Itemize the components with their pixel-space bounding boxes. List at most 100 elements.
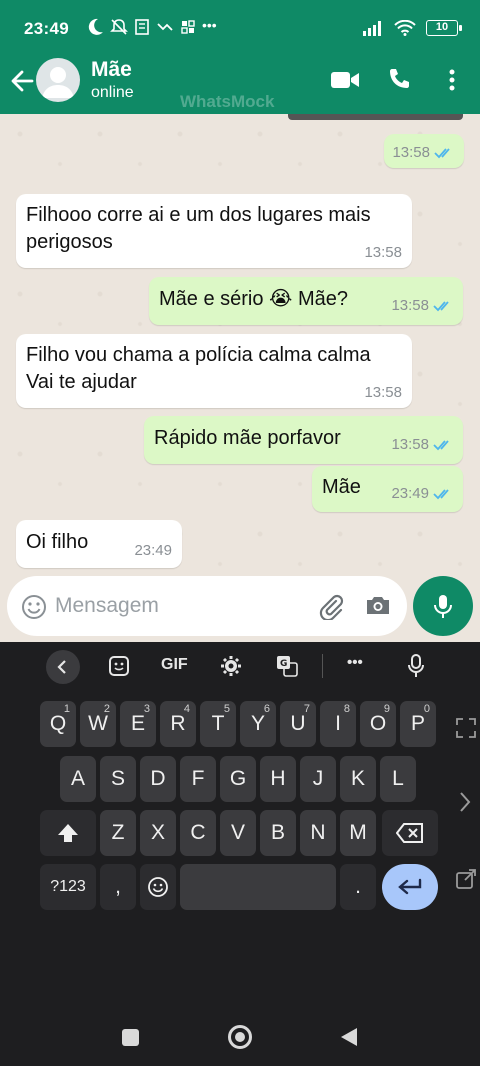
- enter-key[interactable]: [382, 864, 438, 910]
- key-u[interactable]: U7: [280, 701, 316, 747]
- floating-keyboard-icon[interactable]: [455, 868, 477, 890]
- battery-level: 10: [435, 21, 449, 33]
- key-hint: 6: [263, 703, 270, 715]
- shift-key[interactable]: [40, 810, 96, 856]
- resize-keyboard-icon[interactable]: [455, 717, 477, 739]
- message-input[interactable]: Mensagem: [7, 576, 407, 636]
- key-j[interactable]: J: [300, 756, 336, 802]
- key-hint: 8: [343, 703, 350, 715]
- video-call-icon[interactable]: [330, 70, 360, 90]
- key-i[interactable]: I8: [320, 701, 356, 747]
- media-message-edge[interactable]: [288, 114, 463, 120]
- key-k[interactable]: K: [340, 756, 376, 802]
- key-x[interactable]: X: [140, 810, 176, 856]
- key-m[interactable]: M: [340, 810, 376, 856]
- moon-icon: [88, 18, 103, 35]
- settings-gear-icon[interactable]: [220, 655, 242, 677]
- contact-name[interactable]: Mãe: [91, 58, 132, 82]
- status-time: 23:49: [24, 19, 69, 38]
- key-label: S: [110, 767, 125, 790]
- key-hint: 9: [383, 703, 390, 715]
- message-bubble-outgoing[interactable]: Mãe 23:49: [312, 466, 463, 512]
- key-o[interactable]: O9: [360, 701, 396, 747]
- key-e[interactable]: E3: [120, 701, 156, 747]
- backspace-key[interactable]: [382, 810, 438, 856]
- status-notification-icons: •••: [88, 18, 217, 36]
- status-right-icons: 10: [362, 20, 462, 36]
- back-arrow-icon[interactable]: [8, 66, 36, 96]
- chevron-right-icon[interactable]: [458, 790, 472, 814]
- key-label: U: [290, 712, 306, 735]
- emoji-key[interactable]: [140, 864, 176, 910]
- keyboard-collapse-button[interactable]: [46, 650, 80, 684]
- message-bubble-incoming[interactable]: Filho vou chama a polícia calma calma Va…: [16, 334, 412, 408]
- key-label: X: [150, 821, 165, 844]
- signal-icon: [363, 21, 381, 36]
- backspace-icon: [396, 823, 423, 843]
- gif-button[interactable]: GIF: [161, 656, 188, 674]
- key-t[interactable]: T5: [200, 701, 236, 747]
- key-q[interactable]: Q1: [40, 701, 76, 747]
- period-key[interactable]: .: [340, 864, 376, 910]
- key-y[interactable]: Y6: [240, 701, 276, 747]
- key-label: V: [230, 821, 245, 844]
- key-s[interactable]: S: [100, 756, 136, 802]
- key-label: Q: [49, 712, 67, 735]
- message-bubble-outgoing[interactable]: 13:58: [384, 134, 464, 168]
- camera-icon[interactable]: [365, 593, 391, 617]
- key-v[interactable]: V: [220, 810, 256, 856]
- key-label: J: [312, 767, 324, 790]
- message-placeholder: Mensagem: [55, 594, 159, 617]
- wifi-icon: [394, 20, 416, 36]
- key-h[interactable]: H: [260, 756, 296, 802]
- key-label: ,: [115, 875, 121, 898]
- voice-message-button[interactable]: [413, 576, 473, 636]
- key-n[interactable]: N: [300, 810, 336, 856]
- emoji-icon[interactable]: [21, 594, 47, 620]
- soft-keyboard: GIF G ••• Q1 W2 E3 R4 T5 Y6 U7 I8 O9 P0 …: [0, 642, 480, 1066]
- message-bubble-incoming[interactable]: Filhooo corre ai e um dos lugares mais p…: [16, 194, 412, 268]
- more-tools-button[interactable]: •••: [347, 654, 363, 671]
- back-button-icon[interactable]: [339, 1026, 359, 1048]
- comma-key[interactable]: ,: [100, 864, 136, 910]
- key-w[interactable]: W2: [80, 701, 116, 747]
- key-l[interactable]: L: [380, 756, 416, 802]
- contact-presence: online: [91, 84, 134, 101]
- key-d[interactable]: D: [140, 756, 176, 802]
- more-options-icon[interactable]: [446, 68, 458, 92]
- message-text: Mãe: [322, 476, 361, 498]
- message-text: Filhooo corre ai e um dos lugares mais p…: [26, 204, 371, 253]
- key-g[interactable]: G: [220, 756, 256, 802]
- contact-avatar[interactable]: [36, 58, 80, 102]
- key-hint: 4: [183, 703, 190, 715]
- key-p[interactable]: P0: [400, 701, 436, 747]
- key-a[interactable]: A: [60, 756, 96, 802]
- translate-icon[interactable]: G: [276, 655, 298, 677]
- message-time: 13:58: [391, 297, 429, 314]
- key-b[interactable]: B: [260, 810, 296, 856]
- message-bubble-outgoing[interactable]: Rápido mãe porfavor 13:58: [144, 416, 463, 464]
- space-key[interactable]: [180, 864, 336, 910]
- message-meta: 23:49: [134, 543, 172, 558]
- key-f[interactable]: F: [180, 756, 216, 802]
- key-label: L: [392, 767, 404, 790]
- message-text: Oi filho: [26, 531, 89, 553]
- keyboard-mic-icon[interactable]: [406, 654, 426, 678]
- key-label: K: [350, 767, 365, 790]
- key-c[interactable]: C: [180, 810, 216, 856]
- recents-button[interactable]: [122, 1029, 139, 1046]
- message-bubble-incoming[interactable]: Oi filho 23:49: [16, 520, 182, 568]
- key-label: ?123: [50, 878, 86, 895]
- attach-icon[interactable]: [317, 592, 345, 620]
- symbols-key[interactable]: ?123: [40, 864, 96, 910]
- sticker-icon[interactable]: [108, 655, 130, 677]
- watermark-text: WhatsMock: [180, 92, 275, 111]
- home-button[interactable]: [228, 1025, 252, 1049]
- key-r[interactable]: R4: [160, 701, 196, 747]
- message-time: 13:58: [391, 436, 429, 453]
- chat-area[interactable]: 13:58 Filhooo corre ai e um dos lugares …: [0, 114, 480, 642]
- key-z[interactable]: Z: [100, 810, 136, 856]
- message-bubble-outgoing[interactable]: Mãe e sério 😭 Mãe? 13:58: [149, 277, 463, 325]
- key-label: R: [170, 712, 186, 735]
- voice-call-icon[interactable]: [387, 67, 411, 91]
